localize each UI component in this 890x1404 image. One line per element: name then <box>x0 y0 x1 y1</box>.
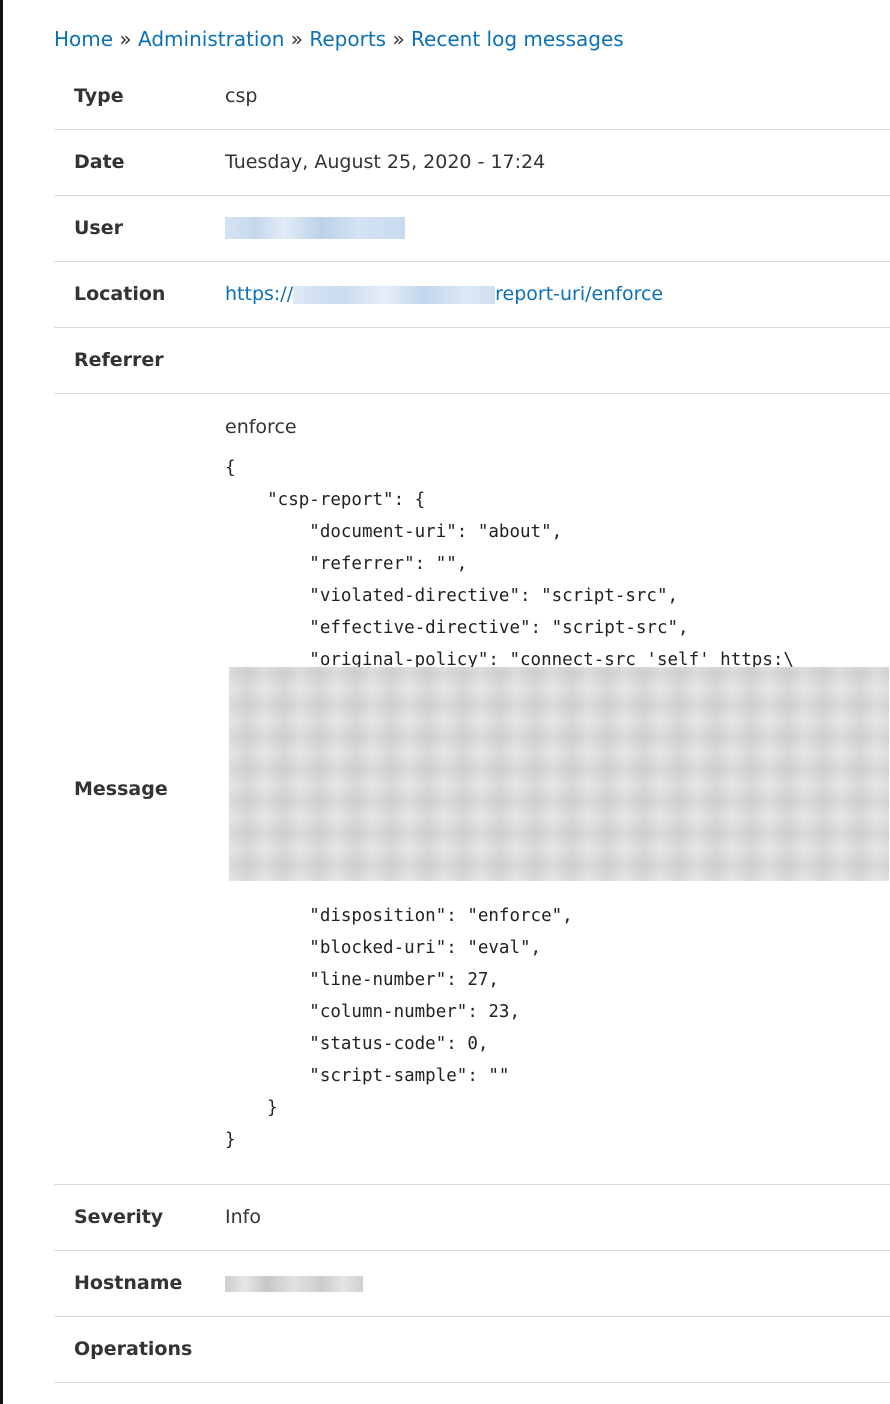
detail-row-location: Location https:// report-uri/enforce <box>54 261 890 328</box>
date-value: Tuesday, August 25, 2020 - 17:24 <box>225 129 890 196</box>
breadcrumb-separator: » <box>290 27 303 51</box>
breadcrumb-home-link[interactable]: Home <box>54 27 113 51</box>
detail-row-type: Type csp <box>54 64 890 130</box>
breadcrumb-administration-link[interactable]: Administration <box>138 27 284 51</box>
redacted-location-host <box>293 285 496 304</box>
detail-row-date: Date Tuesday, August 25, 2020 - 17:24 <box>54 129 890 196</box>
breadcrumb: Home » Administration » Reports » Recent… <box>54 26 624 52</box>
message-json-bottom: "disposition": "enforce", "blocked-uri":… <box>225 905 573 1150</box>
location-prefix: https:// <box>225 283 294 305</box>
severity-value: Info <box>225 1184 890 1251</box>
severity-label: Severity <box>54 1184 225 1251</box>
detail-row-hostname: Hostname <box>54 1250 890 1317</box>
redacted-user-link[interactable] <box>225 217 405 240</box>
referrer-value <box>225 327 890 394</box>
breadcrumb-recent-log-messages-link[interactable]: Recent log messages <box>411 27 624 51</box>
message-title: enforce <box>225 415 297 438</box>
detail-row-operations: Operations <box>54 1316 890 1383</box>
hostname-label: Hostname <box>54 1250 225 1317</box>
detail-row-user: User <box>54 195 890 262</box>
date-label: Date <box>54 129 225 196</box>
location-label: Location <box>54 261 225 328</box>
user-value <box>225 195 890 262</box>
hostname-value <box>225 1250 890 1317</box>
detail-row-severity: Severity Info <box>54 1184 890 1251</box>
message-value: enforce { "csp-report": { "document-uri"… <box>225 393 890 1185</box>
detail-row-message: Message enforce { "csp-report": { "docum… <box>54 393 890 1185</box>
location-link[interactable]: https:// report-uri/enforce <box>225 283 663 305</box>
location-value: https:// report-uri/enforce <box>225 261 890 328</box>
message-json-top: { "csp-report": { "document-uri": "about… <box>225 457 794 670</box>
operations-value <box>225 1316 890 1383</box>
referrer-label: Referrer <box>54 327 225 394</box>
breadcrumb-separator: » <box>119 27 132 51</box>
breadcrumb-separator: » <box>392 27 405 51</box>
breadcrumb-reports-link[interactable]: Reports <box>309 27 386 51</box>
type-value: csp <box>225 64 890 130</box>
detail-row-referrer: Referrer <box>54 327 890 394</box>
type-label: Type <box>54 64 225 130</box>
log-details-table: Type csp Date Tuesday, August 25, 2020 -… <box>54 64 890 1383</box>
location-suffix: report-uri/enforce <box>495 283 664 305</box>
redacted-policy-block <box>229 666 889 881</box>
redacted-hostname <box>225 1275 363 1292</box>
operations-label: Operations <box>54 1316 225 1383</box>
user-label: User <box>54 195 225 262</box>
message-label: Message <box>54 393 225 1185</box>
window-left-edge <box>0 0 3 1404</box>
